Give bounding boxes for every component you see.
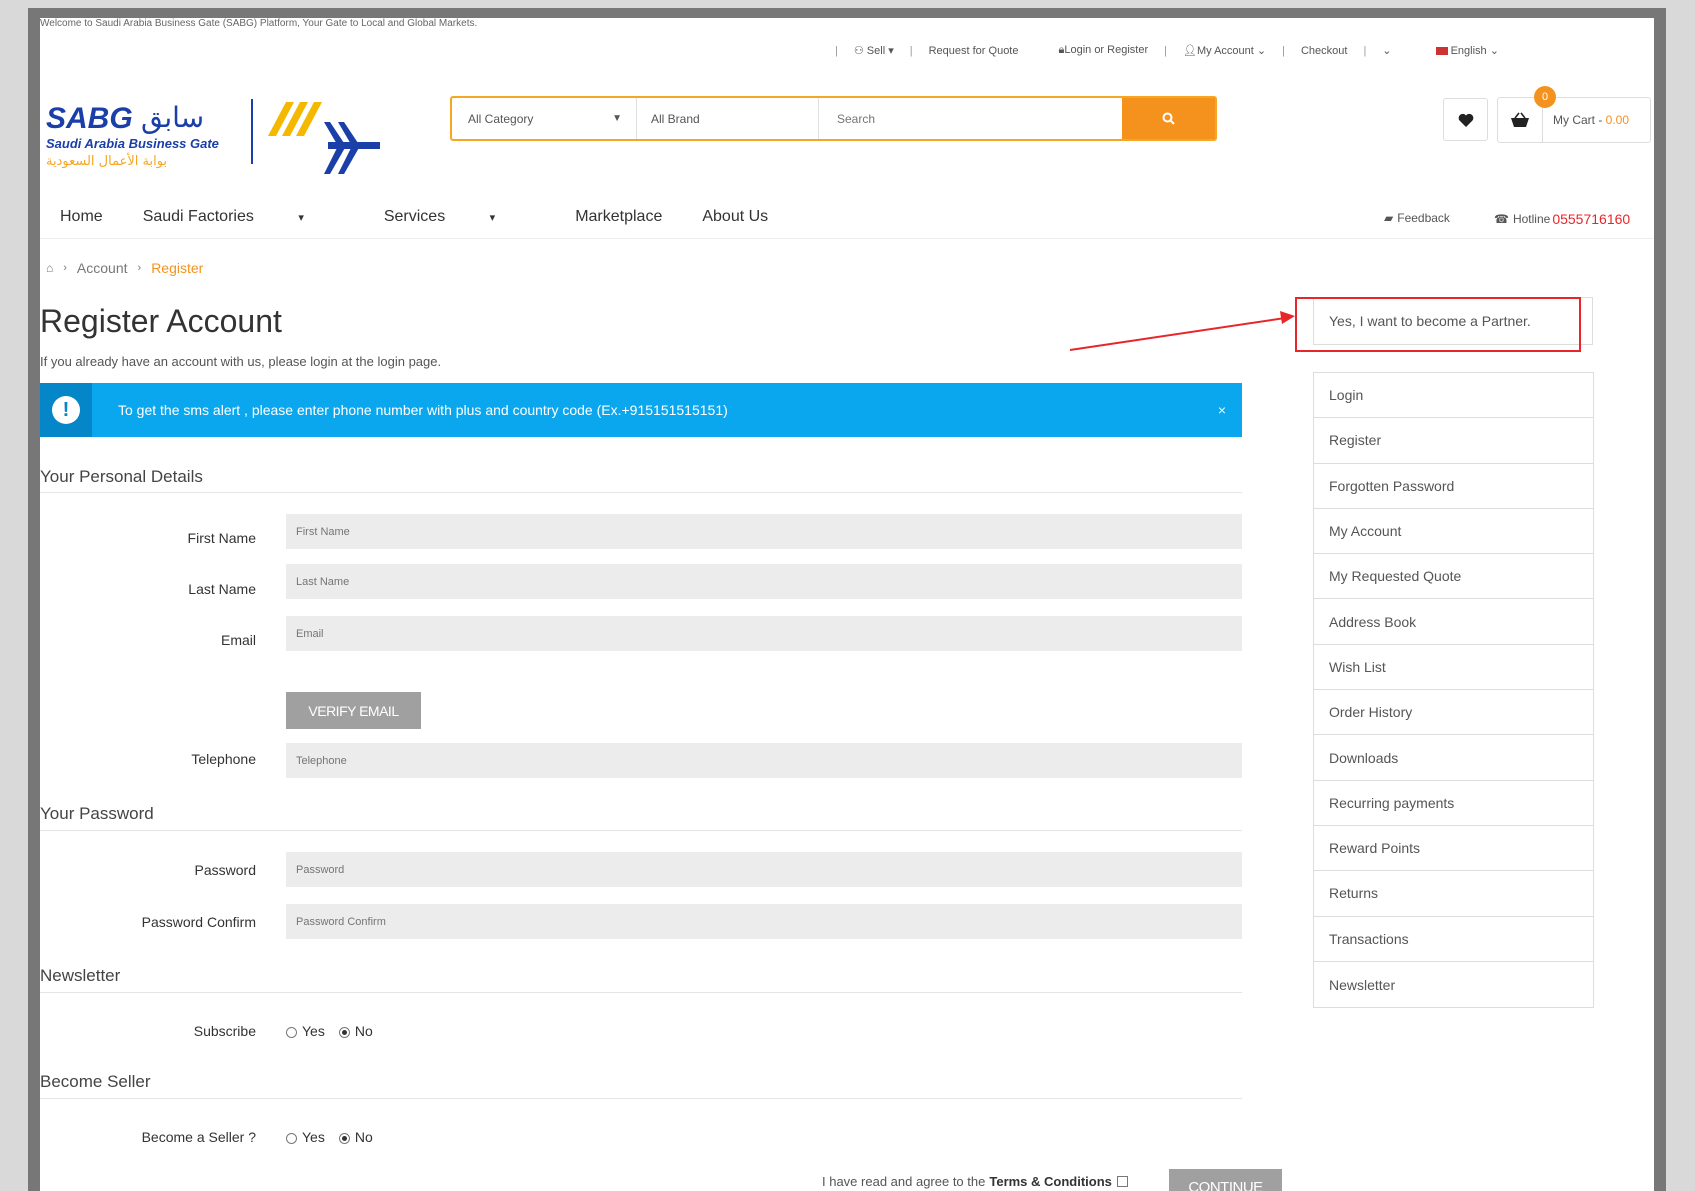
browser-page: Welcome to Saudi Arabia Business Gate (S… <box>40 18 1654 1191</box>
annotation-arrow <box>1069 311 1295 351</box>
